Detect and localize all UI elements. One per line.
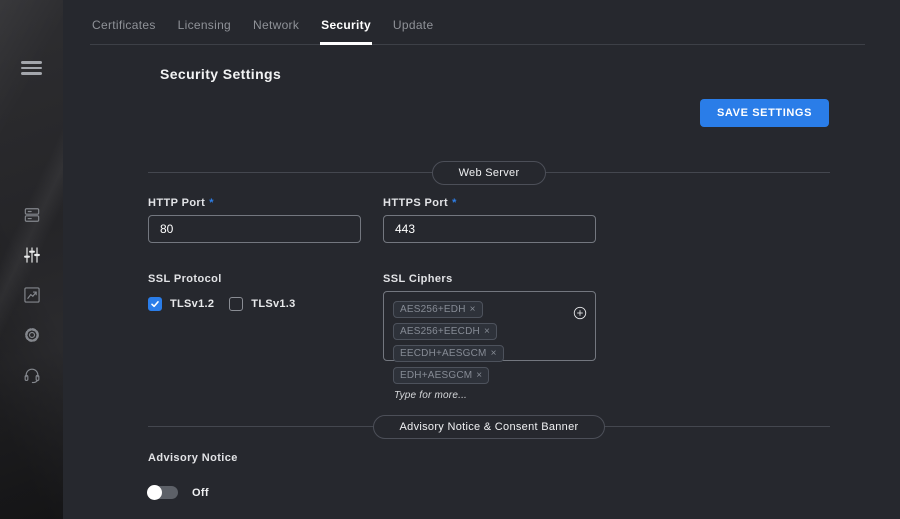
cipher-chip-label: EECDH+AESGCM <box>400 348 487 359</box>
https-port-label-text: HTTPS Port <box>383 197 449 209</box>
cipher-chip-label: EDH+AESGCM <box>400 370 473 381</box>
ssl-protocol-group: SSL Protocol TLSv1.2 TLSv1.3 <box>148 273 361 311</box>
https-port-input[interactable] <box>383 215 596 243</box>
toggle-knob <box>147 485 162 500</box>
ssl-ciphers-label: SSL Ciphers <box>383 273 453 285</box>
sidebar <box>0 0 63 519</box>
cipher-chip: AES256+EDH × <box>393 301 483 318</box>
http-port-label: HTTP Port * <box>148 197 361 209</box>
server-stack-icon[interactable] <box>0 205 63 245</box>
advisory-section-pill: Advisory Notice & Consent Banner <box>372 415 606 439</box>
tab-update[interactable]: Update <box>393 18 434 45</box>
support-headset-icon[interactable] <box>0 365 63 405</box>
cipher-chip: AES256+EECDH × <box>393 323 497 340</box>
menu-icon[interactable] <box>21 61 42 78</box>
tab-security[interactable]: Security <box>320 18 372 45</box>
tab-network[interactable]: Network <box>253 18 299 45</box>
tlsv13-option[interactable]: TLSv1.3 <box>229 297 295 311</box>
remove-chip-icon[interactable]: × <box>470 304 476 315</box>
sidebar-nav <box>0 205 63 405</box>
cipher-chip: EDH+AESGCM × <box>393 367 490 384</box>
add-cipher-icon[interactable] <box>572 305 588 321</box>
tab-licensing[interactable]: Licensing <box>178 18 231 45</box>
advisory-notice-toggle[interactable] <box>147 485 178 500</box>
ssl-ciphers-group: SSL Ciphers AES256+EDH × AES256+EECDH × EE… <box>383 273 596 401</box>
advisory-notice-label: Advisory Notice <box>148 452 238 464</box>
https-port-field: HTTPS Port * <box>383 197 596 243</box>
web-server-section-pill: Web Server <box>431 161 547 185</box>
app-window: Certificates Licensing Network Security … <box>0 0 900 519</box>
remove-chip-icon[interactable]: × <box>491 348 497 359</box>
required-asterisk: * <box>209 197 214 209</box>
cipher-chip-label: AES256+EECDH <box>400 326 480 337</box>
ssl-protocol-label: SSL Protocol <box>148 273 222 285</box>
save-settings-button[interactable]: SAVE SETTINGS <box>700 99 829 127</box>
http-port-label-text: HTTP Port <box>148 197 206 209</box>
remove-chip-icon[interactable]: × <box>484 326 490 337</box>
tlsv13-label: TLSv1.3 <box>251 298 296 310</box>
tlsv13-checkbox[interactable] <box>229 297 244 311</box>
http-port-input[interactable] <box>148 215 361 243</box>
analytics-chart-icon[interactable] <box>0 285 63 325</box>
section-divider-advisory: Advisory Notice & Consent Banner <box>148 415 830 439</box>
advisory-notice-control: Off <box>147 485 209 500</box>
http-port-field: HTTP Port * <box>148 197 361 243</box>
ssl-ciphers-input[interactable]: AES256+EDH × AES256+EECDH × EECDH+AESGCM × … <box>383 291 596 401</box>
tab-certificates[interactable]: Certificates <box>92 18 156 45</box>
remove-chip-icon[interactable]: × <box>476 370 482 381</box>
tlsv12-option[interactable]: TLSv1.2 <box>148 297 214 311</box>
section-divider-web-server: Web Server <box>148 161 830 185</box>
cipher-chip-label: AES256+EDH <box>400 304 466 315</box>
main-content: Certificates Licensing Network Security … <box>63 0 900 519</box>
tlsv12-label: TLSv1.2 <box>170 298 215 310</box>
ciphers-placeholder: Type for more... <box>394 390 468 401</box>
sliders-icon[interactable] <box>0 245 63 285</box>
cipher-chip: EECDH+AESGCM × <box>393 345 504 362</box>
tab-bar: Certificates Licensing Network Security … <box>90 0 865 45</box>
ssl-protocol-options: TLSv1.2 TLSv1.3 <box>148 297 361 311</box>
https-port-label: HTTPS Port * <box>383 197 596 209</box>
required-asterisk: * <box>452 197 457 209</box>
tlsv12-checkbox[interactable] <box>148 297 162 311</box>
settings-gear-icon[interactable] <box>0 325 63 365</box>
page-title: Security Settings <box>160 66 282 82</box>
advisory-notice-state: Off <box>192 486 209 499</box>
